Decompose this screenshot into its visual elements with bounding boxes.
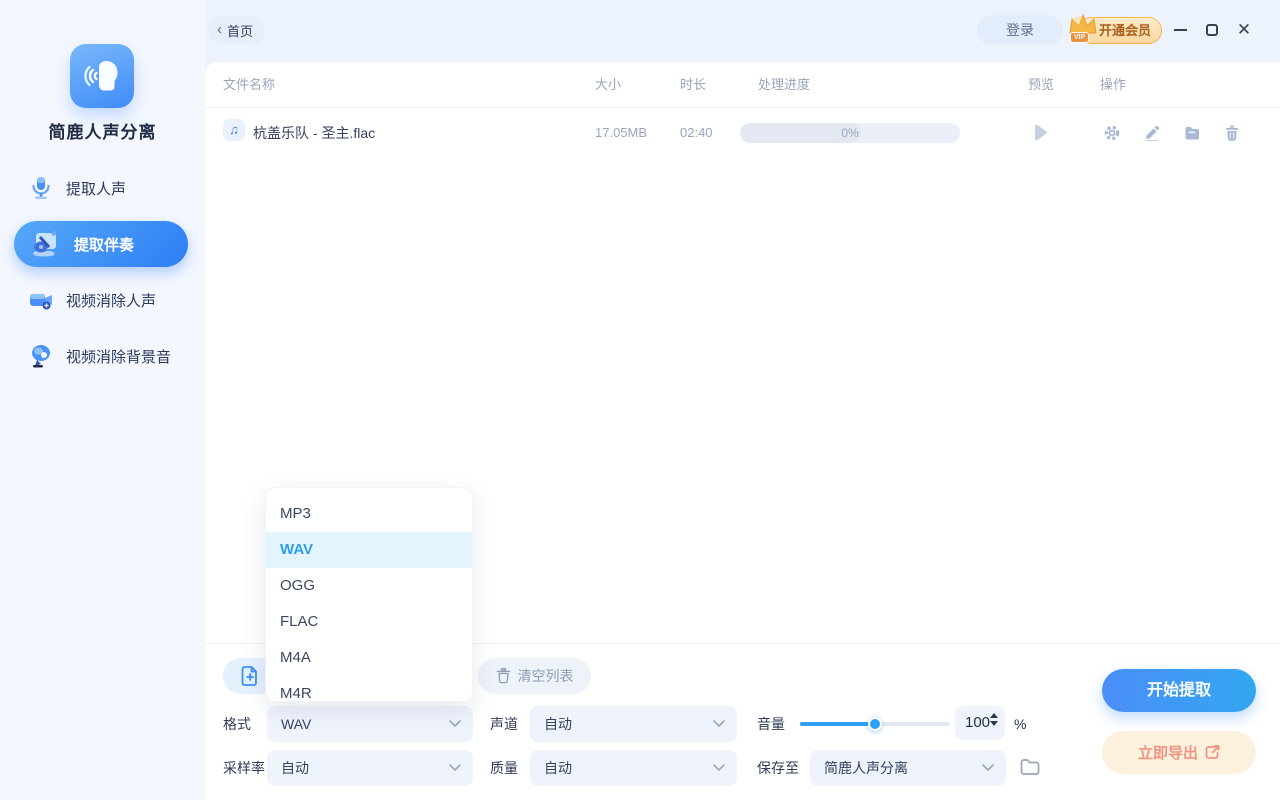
folder-icon[interactable] bbox=[1184, 125, 1200, 141]
format-value: WAV bbox=[281, 716, 312, 732]
dropdown-option-ogg[interactable]: OGG bbox=[266, 568, 472, 604]
channel-value: 自动 bbox=[544, 716, 572, 732]
sidebar-item-extract-accompaniment[interactable]: 提取伴奏 bbox=[14, 221, 188, 267]
samplerate-value: 自动 bbox=[281, 760, 309, 776]
start-extract-button[interactable]: 开始提取 bbox=[1102, 669, 1256, 712]
volume-input[interactable]: 100 bbox=[955, 706, 1005, 740]
sidebar-item-video-remove-vocal[interactable]: 视频消除人声 bbox=[0, 276, 205, 324]
sidebar-item-video-remove-background[interactable]: 视频消除背景音 bbox=[0, 332, 205, 380]
file-duration: 02:40 bbox=[680, 125, 713, 140]
maximize-icon bbox=[1206, 24, 1218, 36]
column-header-actions: 操作 bbox=[1100, 77, 1127, 92]
login-button[interactable]: 登录 bbox=[977, 15, 1063, 45]
sidebar-item-label: 视频消除人声 bbox=[66, 292, 157, 310]
edit-pencil-icon[interactable] bbox=[1144, 125, 1160, 141]
sidebar: 简鹿人声分离 提取人声 提取伴奏 视频消除人声 视频消除背景音 bbox=[0, 0, 205, 800]
dropdown-option-m4a[interactable]: M4A bbox=[266, 640, 472, 676]
export-button[interactable]: 立即导出 bbox=[1102, 731, 1256, 774]
column-header-preview: 预览 bbox=[1028, 77, 1055, 92]
volume-unit: % bbox=[1014, 716, 1027, 732]
file-name: 杭盖乐队 - 圣主.flac bbox=[253, 125, 376, 141]
chevron-down-icon bbox=[982, 764, 994, 771]
export-label: 立即导出 bbox=[1137, 745, 1198, 762]
samplerate-select[interactable]: 自动 bbox=[267, 750, 473, 786]
volume-slider-thumb[interactable] bbox=[868, 717, 882, 731]
guitar-icon bbox=[33, 230, 57, 257]
column-header-progress: 处理进度 bbox=[758, 77, 811, 92]
back-chevron-icon: ‹ bbox=[217, 21, 222, 38]
volume-slider-fill bbox=[800, 717, 882, 731]
volume-label: 音量 bbox=[757, 716, 785, 732]
progress-text: 0% bbox=[841, 126, 859, 140]
chevron-down-icon bbox=[449, 764, 461, 771]
sidebar-item-extract-vocal[interactable]: 提取人声 bbox=[0, 164, 205, 212]
samplerate-label: 采样率 bbox=[223, 760, 265, 776]
column-header-filename: 文件名称 bbox=[223, 77, 276, 92]
dropdown-option-wav-selected[interactable]: WAV bbox=[266, 532, 472, 568]
sidebar-item-label: 视频消除背景音 bbox=[66, 348, 172, 366]
microphone-icon bbox=[32, 177, 50, 200]
sidebar-item-label: 提取伴奏 bbox=[74, 236, 135, 254]
vip-badge: VIP bbox=[1070, 32, 1090, 43]
dropdown-option-mp3[interactable]: MP3 bbox=[266, 496, 472, 532]
external-link-icon bbox=[1205, 745, 1220, 759]
open-save-folder-button[interactable] bbox=[1015, 752, 1045, 782]
vip-button[interactable]: 开通会员 VIP bbox=[1066, 10, 1166, 48]
chevron-down-icon bbox=[449, 720, 461, 727]
table-row: ♫ 杭盖乐队 - 圣主.flac 17.05MB 02:40 0% bbox=[205, 108, 1280, 158]
spinner-up-icon[interactable] bbox=[990, 713, 998, 718]
quality-select[interactable]: 自动 bbox=[530, 750, 737, 786]
minimize-button[interactable] bbox=[1170, 20, 1190, 40]
column-header-duration: 时长 bbox=[680, 77, 707, 92]
volume-value: 100 bbox=[965, 714, 991, 731]
saveto-value: 简鹿人声分离 bbox=[824, 760, 908, 776]
loudspeaker-icon bbox=[32, 345, 50, 368]
maximize-button[interactable] bbox=[1202, 20, 1222, 40]
close-icon: ✕ bbox=[1236, 20, 1252, 39]
trash-icon bbox=[496, 668, 510, 684]
app-window: 简鹿人声分离 提取人声 提取伴奏 视频消除人声 视频消除背景音 ‹ 首页 登录 … bbox=[0, 0, 1280, 800]
saveto-label: 保存至 bbox=[757, 760, 799, 776]
app-title: 简鹿人声分离 bbox=[48, 123, 157, 142]
play-icon[interactable] bbox=[1033, 124, 1048, 141]
close-button[interactable]: ✕ bbox=[1234, 20, 1254, 40]
music-note-icon: ♫ bbox=[223, 119, 245, 141]
add-file-icon bbox=[241, 666, 257, 686]
format-dropdown: MP3 WAV OGG FLAC M4A M4R bbox=[265, 487, 473, 702]
format-select[interactable]: WAV bbox=[267, 706, 473, 742]
format-label: 格式 bbox=[223, 716, 251, 732]
app-logo-icon bbox=[70, 44, 134, 108]
settings-gear-icon[interactable] bbox=[1104, 125, 1120, 141]
spinner-down-icon[interactable] bbox=[990, 721, 998, 726]
folder-outline-icon bbox=[1020, 759, 1040, 775]
back-label: 首页 bbox=[227, 23, 254, 39]
clear-list-button[interactable]: 清空列表 bbox=[478, 658, 591, 694]
column-header-size: 大小 bbox=[595, 77, 622, 92]
dropdown-option-flac[interactable]: FLAC bbox=[266, 604, 472, 640]
trash-icon[interactable] bbox=[1224, 125, 1240, 141]
minimize-icon bbox=[1173, 29, 1187, 31]
back-home-button[interactable]: ‹ 首页 bbox=[208, 16, 266, 44]
chevron-down-icon bbox=[713, 720, 725, 727]
channel-select[interactable]: 自动 bbox=[530, 706, 737, 742]
chevron-down-icon bbox=[713, 764, 725, 771]
video-camera-icon bbox=[30, 294, 52, 310]
channel-label: 声道 bbox=[490, 716, 518, 732]
quality-value: 自动 bbox=[544, 760, 572, 776]
volume-slider[interactable] bbox=[800, 717, 950, 731]
saveto-select[interactable]: 简鹿人声分离 bbox=[810, 750, 1006, 786]
quality-label: 质量 bbox=[490, 760, 518, 776]
file-size: 17.05MB bbox=[595, 125, 648, 140]
sidebar-item-label: 提取人声 bbox=[66, 180, 127, 198]
progress-bar: 0% bbox=[740, 123, 960, 143]
voice-face-icon bbox=[84, 61, 118, 91]
clear-list-label: 清空列表 bbox=[517, 668, 574, 684]
dropdown-option-m4r[interactable]: M4R bbox=[266, 676, 472, 701]
